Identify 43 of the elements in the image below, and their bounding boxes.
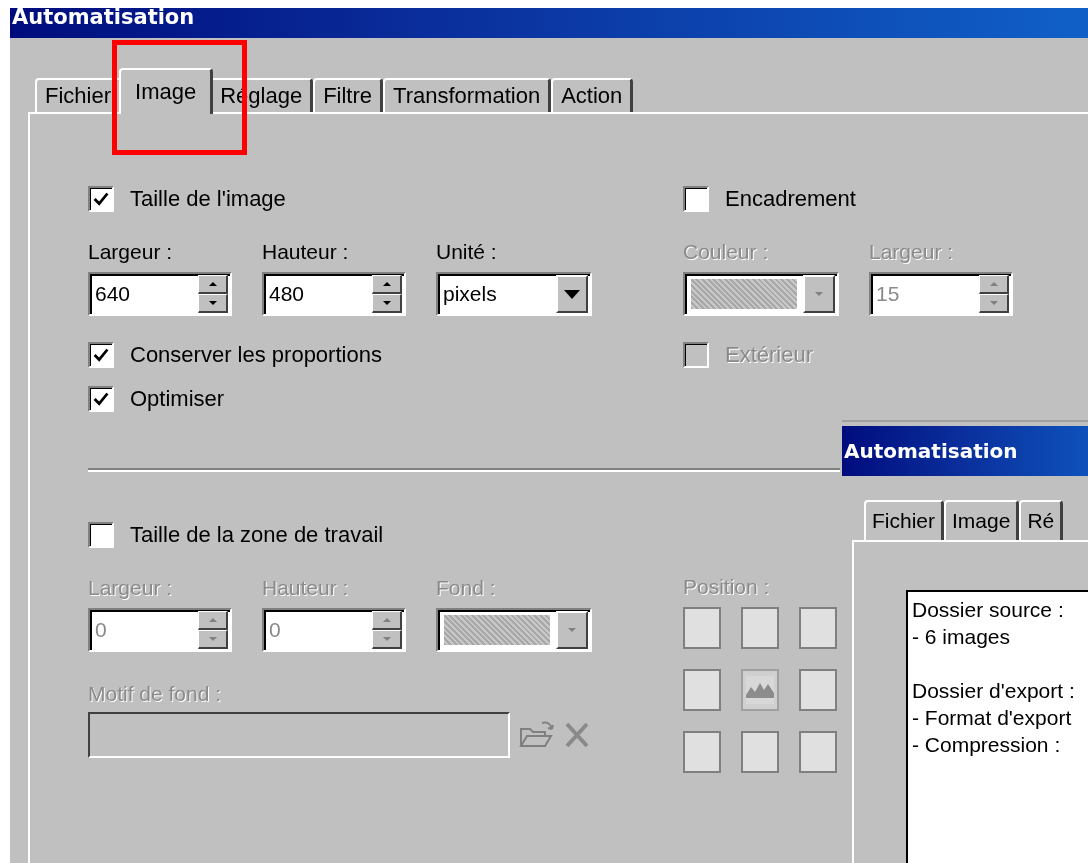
tab[interactable]: Action (551, 78, 634, 112)
summary-line: - 6 images (912, 624, 1012, 650)
field-label: Largeur : (88, 576, 174, 601)
checkbox[interactable] (683, 186, 709, 212)
spin-field[interactable]: 480 (262, 272, 406, 316)
dropdown[interactable]: pixels (436, 272, 592, 316)
checkbox[interactable] (88, 342, 114, 368)
checkbox[interactable] (88, 386, 114, 412)
field-label: Motif de fond : (88, 682, 223, 707)
checkbox[interactable] (88, 522, 114, 548)
tab[interactable]: Fichier (864, 500, 944, 540)
tab[interactable]: Image (119, 68, 214, 114)
summary-line: Dossier d'export : (912, 678, 1076, 704)
checkbox-label: Taille de la zone de travail (130, 522, 384, 548)
summary-line: - Format d'export (912, 705, 1073, 731)
checkbox-label: Taille de l'image (130, 186, 286, 212)
checkbox[interactable] (88, 186, 114, 212)
field-label: Hauteur : (262, 240, 350, 265)
tab[interactable]: Ré (1019, 500, 1064, 540)
checkbox-label: Conserver les proportions (130, 342, 382, 368)
summary-line: - Compression : (912, 732, 1062, 758)
field-label: Couleur : (683, 240, 770, 265)
color-dropdown[interactable] (683, 272, 839, 316)
pattern-field[interactable] (88, 712, 510, 758)
field-label: Largeur : (869, 240, 955, 265)
tab[interactable]: Transformation (383, 78, 552, 112)
landscape-icon (745, 675, 775, 705)
window-title: Automatisation (843, 441, 1018, 461)
field-label: Hauteur : (262, 576, 350, 601)
summary-line: Dossier source : (912, 597, 1065, 623)
checkbox-label: Extérieur (725, 342, 814, 368)
field-label: Largeur : (88, 240, 174, 265)
close-icon[interactable] (564, 721, 590, 749)
window-title: Automatisation (11, 6, 195, 28)
spin-field[interactable]: 640 (88, 272, 232, 316)
color-dropdown[interactable] (436, 608, 592, 652)
tab[interactable]: Fichier (35, 78, 122, 112)
tab[interactable]: Image (944, 500, 1020, 540)
field-label: Position : (683, 575, 771, 600)
checkbox-label: Optimiser (130, 386, 225, 412)
field-label: Unité : (436, 240, 498, 265)
tab[interactable]: Filtre (313, 78, 383, 112)
checkbox-label: Encadrement (725, 186, 856, 212)
